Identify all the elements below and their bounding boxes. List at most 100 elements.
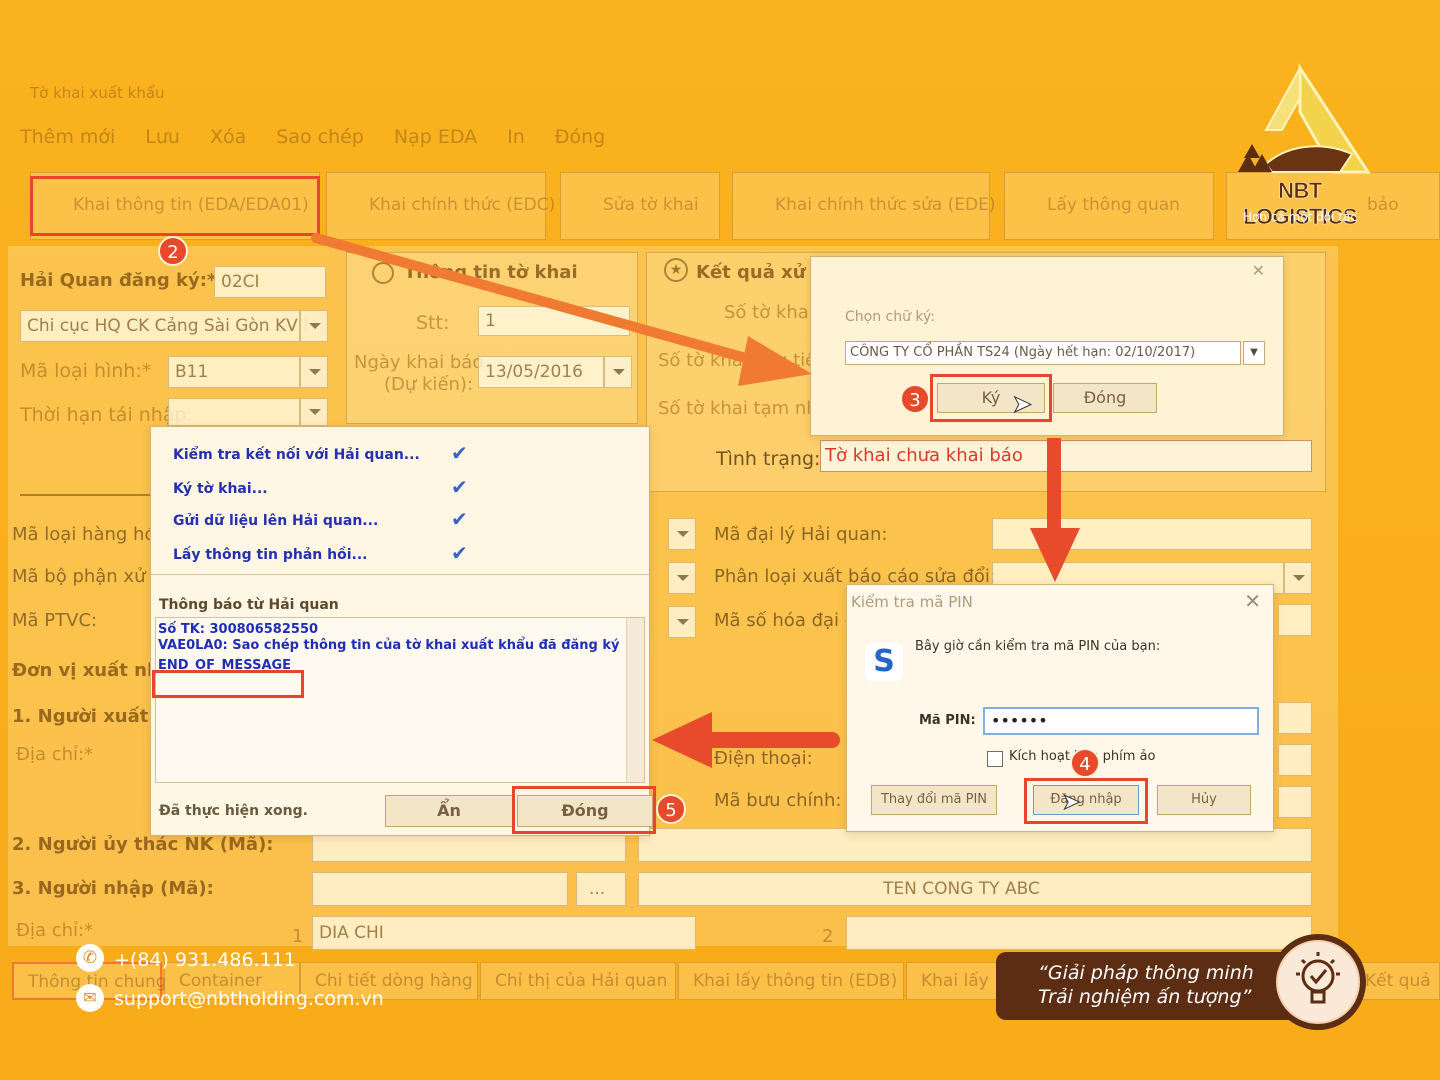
message-line-2: VAE0LA0: Sao chép thông tin của tờ khai … <box>158 638 620 653</box>
cancel-button[interactable]: Hủy <box>1157 785 1251 815</box>
certificate-value: CÔNG TY CỔ PHẦN TS24 (Ngày hết hạn: 02/1… <box>850 345 1196 360</box>
slogan-line-2: Trải nghiệm ấn tượng” <box>1038 986 1252 1008</box>
change-pin-button[interactable]: Thay đổi mã PIN <box>871 785 997 815</box>
progress-dialog: Kiểm tra kết nối với Hải quan... ✔ Ký tờ… <box>150 426 653 836</box>
nguoi-nhap-lookup-button[interactable]: ... <box>576 872 626 906</box>
message-scrollbar[interactable] <box>626 618 644 782</box>
pin-logo-icon: S <box>865 643 903 681</box>
nguoi-uy-thac-name-field[interactable] <box>638 828 1312 862</box>
lightbulb-badge <box>1270 934 1366 1030</box>
cursor-icon: ➤ <box>1011 390 1033 419</box>
dropdown-icon-b[interactable] <box>668 562 696 594</box>
slogan-box: “Giải pháp thông minh Trải nghiệm ấn tượ… <box>996 952 1306 1020</box>
dropdown-icon-a[interactable] <box>668 518 696 550</box>
toolbar-close-button[interactable]: Đóng <box>555 126 605 148</box>
contact-phone[interactable]: +(84) 931.486.111 <box>114 949 296 971</box>
step-send-data: Gửi dữ liệu lên Hải quan... <box>173 513 379 529</box>
check-icon: ✔ <box>451 475 468 499</box>
slogan-line-1: “Giải pháp thông minh <box>1038 962 1254 984</box>
dia-chi-2-label: Địa chỉ:* <box>16 920 94 941</box>
tab-khai-chinh-thuc-sua[interactable]: Khai chính thức sửa (EDE) <box>732 172 996 240</box>
right-field-4[interactable] <box>1278 786 1312 818</box>
ma-loai-hinh-dropdown-icon[interactable] <box>300 356 328 388</box>
pin-prompt: Bây giờ cần kiểm tra mã PIN của bạn: <box>915 639 1161 654</box>
tab-label: Sửa tờ khai <box>603 195 699 215</box>
phan-loai-dropdown-icon[interactable] <box>1284 562 1312 594</box>
ma-loai-hinh-select[interactable]: B11 <box>168 356 300 388</box>
hq-code-field[interactable]: 02CI <box>214 266 326 298</box>
hq-branch-select[interactable]: Chi cục HQ CK Cảng Sài Gòn KV I <box>20 310 308 342</box>
ngay-khai-field[interactable]: 13/05/2016 <box>478 356 604 388</box>
step-sign: Ký tờ khai... <box>173 481 268 497</box>
toolbar-print-button[interactable]: In <box>507 126 525 148</box>
nbt-logo: NBT LOGISTICS Hơn cả một đối tác <box>1222 60 1378 230</box>
thoi-han-field[interactable] <box>168 398 300 426</box>
nguoi-nhap-label: 3. Người nhập (Mã): <box>12 878 214 899</box>
phone-icon: ✆ <box>76 944 104 972</box>
tab-khai-chinh-thuc[interactable]: Khai chính thức (EDC) <box>326 172 555 240</box>
status-text: Đã thực hiện xong. <box>159 803 308 819</box>
tab-khai-lay-thong-tin[interactable]: Khai lấy thông tin (EDB) <box>678 962 904 1000</box>
nguoi-xuat-label: 1. Người xuất <box>12 706 149 727</box>
star-icon: ★ <box>664 258 688 282</box>
cursor-icon: ➤ <box>1061 790 1081 816</box>
tab-label: Khai chính thức sửa (EDE) <box>775 195 996 215</box>
dia-chi-field-2[interactable] <box>846 916 1312 950</box>
certificate-dropdown-icon[interactable]: ▼ <box>1243 341 1265 365</box>
nguoi-uy-thac-label: 2. Người ủy thác NK (Mã): <box>12 834 274 855</box>
toolbar-save-button[interactable]: Lưu <box>145 126 180 148</box>
ma-bo-phan-label: Mã bộ phận xử lý <box>12 566 167 587</box>
tab-lay-thong-quan[interactable]: Lấy thông quan <box>1004 172 1214 240</box>
highlight-end-of-message <box>152 670 304 698</box>
ngay-khai-dropdown-icon[interactable] <box>604 356 632 388</box>
pin-dialog-close-icon[interactable]: ✕ <box>1244 589 1261 613</box>
check-icon: ✔ <box>451 441 468 465</box>
sign-dialog-close-icon[interactable]: ✕ <box>1252 261 1265 280</box>
dropdown-icon-c[interactable] <box>668 606 696 638</box>
hq-branch-dropdown-icon[interactable] <box>300 310 328 342</box>
tab-khai-lay[interactable]: Khai lấy <box>906 962 1002 1000</box>
step-number-4: 4 <box>1070 748 1100 778</box>
sign-dialog-close-button[interactable]: Đóng <box>1053 383 1157 413</box>
virtual-keyboard-checkbox[interactable] <box>987 751 1003 767</box>
info-icon <box>372 262 394 284</box>
tab-label: Khai lấy thông tin (EDB) <box>693 971 898 991</box>
ma-loai-hinh-label: Mã loại hình:* <box>20 360 152 382</box>
check-icon: ✔ <box>451 507 468 531</box>
contact-email[interactable]: support@nbtholding.com.vn <box>114 988 384 1010</box>
sign-dialog-title: Chọn chữ ký: <box>845 309 936 325</box>
toolbar: Thêm mới Lưu Xóa Sao chép Nạp EDA In Đón… <box>20 126 605 148</box>
tab-sua-to-khai[interactable]: Sửa tờ khai <box>560 172 720 240</box>
pin-input[interactable]: •••••• <box>983 707 1259 735</box>
nguoi-nhap-field[interactable] <box>312 872 568 906</box>
thoi-han-dropdown-icon[interactable] <box>300 398 328 426</box>
stt-field: 1 <box>478 306 630 336</box>
ngay-khai-sub-label: (Dự kiến): <box>384 374 474 395</box>
right-field-1[interactable] <box>1278 604 1312 636</box>
certificate-select[interactable]: CÔNG TY CỔ PHẦN TS24 (Ngày hết hạn: 02/1… <box>845 341 1241 365</box>
toolbar-copy-button[interactable]: Sao chép <box>276 126 364 148</box>
toolbar-add-button[interactable]: Thêm mới <box>20 126 115 148</box>
logo-triangle-icon <box>1238 62 1371 174</box>
pin-value: •••••• <box>991 711 1048 730</box>
window-title: Tờ khai xuất khẩu <box>30 84 165 102</box>
dia-chi-field-1[interactable]: DIA CHI <box>312 916 696 950</box>
ngay-khai-label: Ngày khai báo <box>354 352 484 373</box>
tab-label: Lấy thông quan <box>1047 195 1180 215</box>
stt-label: Stt: <box>416 312 450 334</box>
ma-ptvc-label: Mã PTVC: <box>12 610 98 631</box>
step-check-connection: Kiểm tra kết nối với Hải quan... <box>173 447 420 463</box>
ten-cong-ty-field[interactable]: TEN CONG TY ABC <box>638 872 1312 906</box>
message-box: Số TK: 300806582550 VAE0LA0: Sao chép th… <box>155 617 645 783</box>
toolbar-load-eda-button[interactable]: Nạp EDA <box>394 126 477 148</box>
right-field-2[interactable] <box>1278 702 1312 734</box>
tinh-trang-label: Tình trạng: <box>716 448 821 470</box>
row-number-1: 1 <box>292 926 304 947</box>
ma-buu-chinh-label: Mã bưu chính: <box>714 790 842 811</box>
tab-chi-thi-hai-quan[interactable]: Chỉ thị của Hải quan <box>480 962 676 1000</box>
ma-dai-ly-field[interactable] <box>992 518 1312 550</box>
right-field-3[interactable] <box>1278 744 1312 776</box>
hq-label: Hải Quan đăng ký:* <box>20 270 217 291</box>
hide-button[interactable]: Ẩn <box>385 795 513 827</box>
toolbar-delete-button[interactable]: Xóa <box>210 126 246 148</box>
